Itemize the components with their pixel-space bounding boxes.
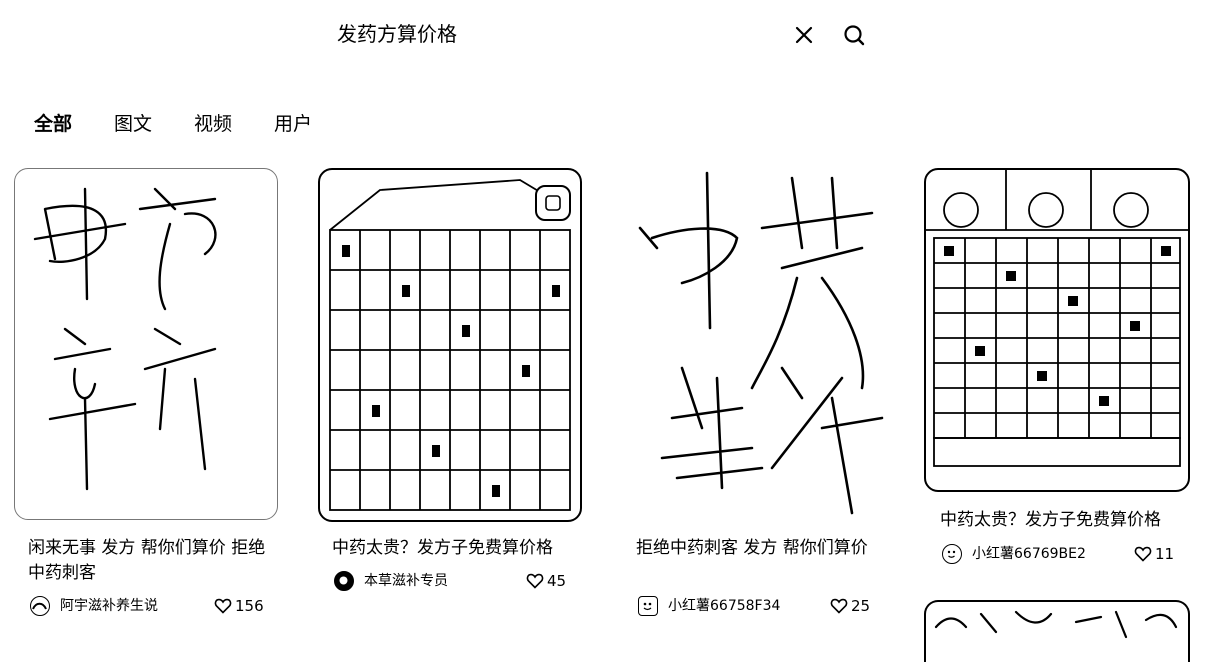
note-card[interactable]: 拒绝中药刺客 发方 帮你们算价 小红薯66758F34 25 bbox=[622, 168, 886, 628]
tab-users[interactable]: 用户 bbox=[274, 110, 312, 138]
clear-search-button[interactable] bbox=[790, 22, 818, 50]
note-meta: 小红薯66758F34 25 bbox=[638, 596, 884, 618]
tab-video[interactable]: 视频 bbox=[194, 110, 232, 138]
close-icon bbox=[795, 26, 813, 44]
author-name[interactable]: 本草滋补专员 bbox=[364, 571, 448, 591]
like-count: 45 bbox=[547, 572, 567, 590]
like-count: 156 bbox=[235, 597, 264, 615]
author-name[interactable]: 小红薯66758F34 bbox=[668, 596, 780, 616]
author-avatar[interactable] bbox=[30, 596, 50, 616]
search-query-text[interactable]: 发药方算价格 bbox=[337, 20, 457, 48]
note-meta: 本草滋补专员 45 bbox=[334, 571, 580, 593]
note-card[interactable]: 中药太贵？发方子免费算价格 小红薯66769BE2 11 bbox=[924, 168, 1192, 662]
like-button[interactable]: 25 bbox=[830, 596, 870, 616]
note-meta: 阿宇滋补养生说 156 bbox=[30, 596, 276, 618]
heart-icon bbox=[214, 598, 232, 614]
heart-icon bbox=[1134, 546, 1152, 562]
author-name[interactable]: 阿宇滋补养生说 bbox=[60, 596, 158, 616]
tab-image-text[interactable]: 图文 bbox=[114, 110, 152, 138]
note-card[interactable]: 中药太贵？发方子免费算价格 本草滋补专员 45 bbox=[318, 168, 582, 628]
note-cover-image bbox=[318, 168, 582, 522]
like-button[interactable]: 11 bbox=[1134, 544, 1174, 564]
search-bar: 发药方算价格 bbox=[0, 0, 1215, 70]
like-count: 25 bbox=[851, 597, 871, 615]
tab-all[interactable]: 全部 bbox=[34, 110, 72, 138]
note-card[interactable]: 闲来无事 发方 帮你们算价 拒绝中药刺客 阿宇滋补养生说 156 bbox=[14, 168, 278, 628]
like-button[interactable]: 45 bbox=[526, 571, 566, 591]
next-note-cover-image[interactable] bbox=[924, 600, 1190, 662]
search-icon bbox=[844, 25, 865, 46]
note-meta: 小红薯66769BE2 11 bbox=[942, 544, 1188, 566]
search-button[interactable] bbox=[840, 22, 868, 50]
author-avatar[interactable] bbox=[334, 571, 354, 591]
note-title: 闲来无事 发方 帮你们算价 拒绝中药刺客 bbox=[28, 538, 266, 583]
note-title: 中药太贵？发方子免费算价格 bbox=[940, 510, 1161, 530]
author-name[interactable]: 小红薯66769BE2 bbox=[972, 544, 1086, 564]
note-title: 中药太贵？发方子免费算价格 bbox=[332, 538, 553, 558]
heart-icon bbox=[526, 573, 544, 589]
note-title: 拒绝中药刺客 发方 帮你们算价 bbox=[636, 538, 868, 558]
note-cover-image bbox=[622, 168, 884, 518]
heart-icon bbox=[830, 598, 848, 614]
like-button[interactable]: 156 bbox=[214, 596, 264, 616]
author-avatar[interactable] bbox=[638, 596, 658, 616]
author-avatar[interactable] bbox=[942, 544, 962, 564]
note-cover-image bbox=[14, 168, 278, 520]
like-count: 11 bbox=[1155, 545, 1175, 563]
note-cover-image bbox=[924, 168, 1190, 492]
